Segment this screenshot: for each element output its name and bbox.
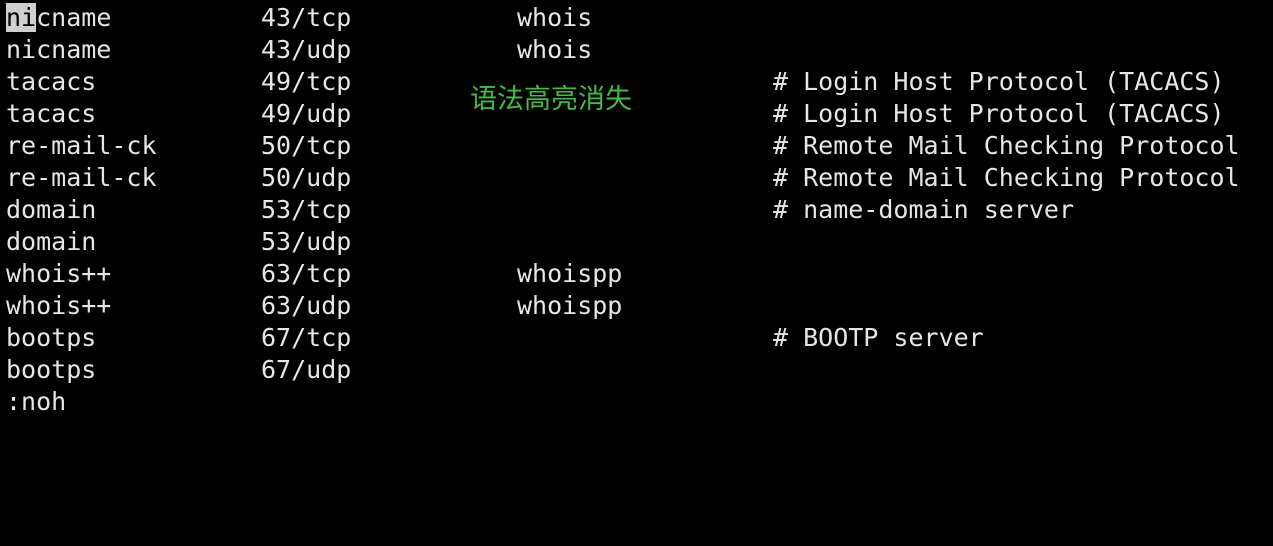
terminal-line: nicname 43/udp whois [0,34,1273,66]
service-name: whois++ [6,259,112,288]
service-name: nicname [6,35,112,64]
terminal-line: re-mail-ck 50/udp # Remote Mail Checking… [0,162,1273,194]
port-protocol: 50/udp [261,163,352,192]
service-name: tacacs [6,67,97,96]
terminal-line: whois++ 63/udp whoispp [0,290,1273,322]
port-protocol: 53/udp [261,227,352,256]
service-name: domain [6,195,97,224]
port-protocol: 53/tcp [261,195,352,224]
terminal-line: bootps 67/udp [0,354,1273,386]
service-comment: # Remote Mail Checking Protocol [773,131,1240,160]
port-protocol: 43/tcp [261,3,352,32]
terminal-line: domain 53/udp [0,226,1273,258]
service-comment: # Remote Mail Checking Protocol [773,163,1240,192]
terminal-line: re-mail-ck 50/tcp # Remote Mail Checking… [0,130,1273,162]
service-name: nicname [6,3,112,32]
terminal-line: tacacs 49/tcp # Login Host Protocol (TAC… [0,66,1273,98]
port-protocol: 67/tcp [261,323,352,352]
port-protocol: 63/tcp [261,259,352,288]
command-text: :noh [6,387,67,416]
service-name: domain [6,227,97,256]
port-protocol: 49/udp [261,99,352,128]
service-alias: whoispp [517,291,623,320]
service-name: re-mail-ck [6,131,157,160]
terminal-line: nicname 43/tcp whois [0,2,1273,34]
terminal-line: whois++ 63/tcp whoispp [0,258,1273,290]
terminal-line: bootps 67/tcp # BOOTP server [0,322,1273,354]
terminal-line: tacacs 49/udp # Login Host Protocol (TAC… [0,98,1273,130]
cursor: ni [6,3,37,32]
service-comment: # BOOTP server [773,323,984,352]
command-line[interactable]: :noh [0,386,1273,418]
service-alias: whois [517,3,593,32]
service-alias: whois [517,35,593,64]
service-alias: whoispp [517,259,623,288]
service-comment: # Login Host Protocol (TACACS) [773,99,1225,128]
service-name: whois++ [6,291,112,320]
service-name: bootps [6,323,97,352]
port-protocol: 50/tcp [261,131,352,160]
port-protocol: 67/udp [261,355,352,384]
service-name: bootps [6,355,97,384]
annotation-label: 语法高亮消失 [470,84,632,115]
terminal-window[interactable]: nicname 43/tcp whois nicname 43/udp whoi… [0,0,1273,419]
service-name: re-mail-ck [6,163,157,192]
service-comment: # name-domain server [773,195,1075,224]
port-protocol: 63/udp [261,291,352,320]
service-comment: # Login Host Protocol (TACACS) [773,67,1225,96]
port-protocol: 43/udp [261,35,352,64]
port-protocol: 49/tcp [261,67,352,96]
service-name: tacacs [6,99,97,128]
terminal-line: domain 53/tcp # name-domain server [0,194,1273,226]
